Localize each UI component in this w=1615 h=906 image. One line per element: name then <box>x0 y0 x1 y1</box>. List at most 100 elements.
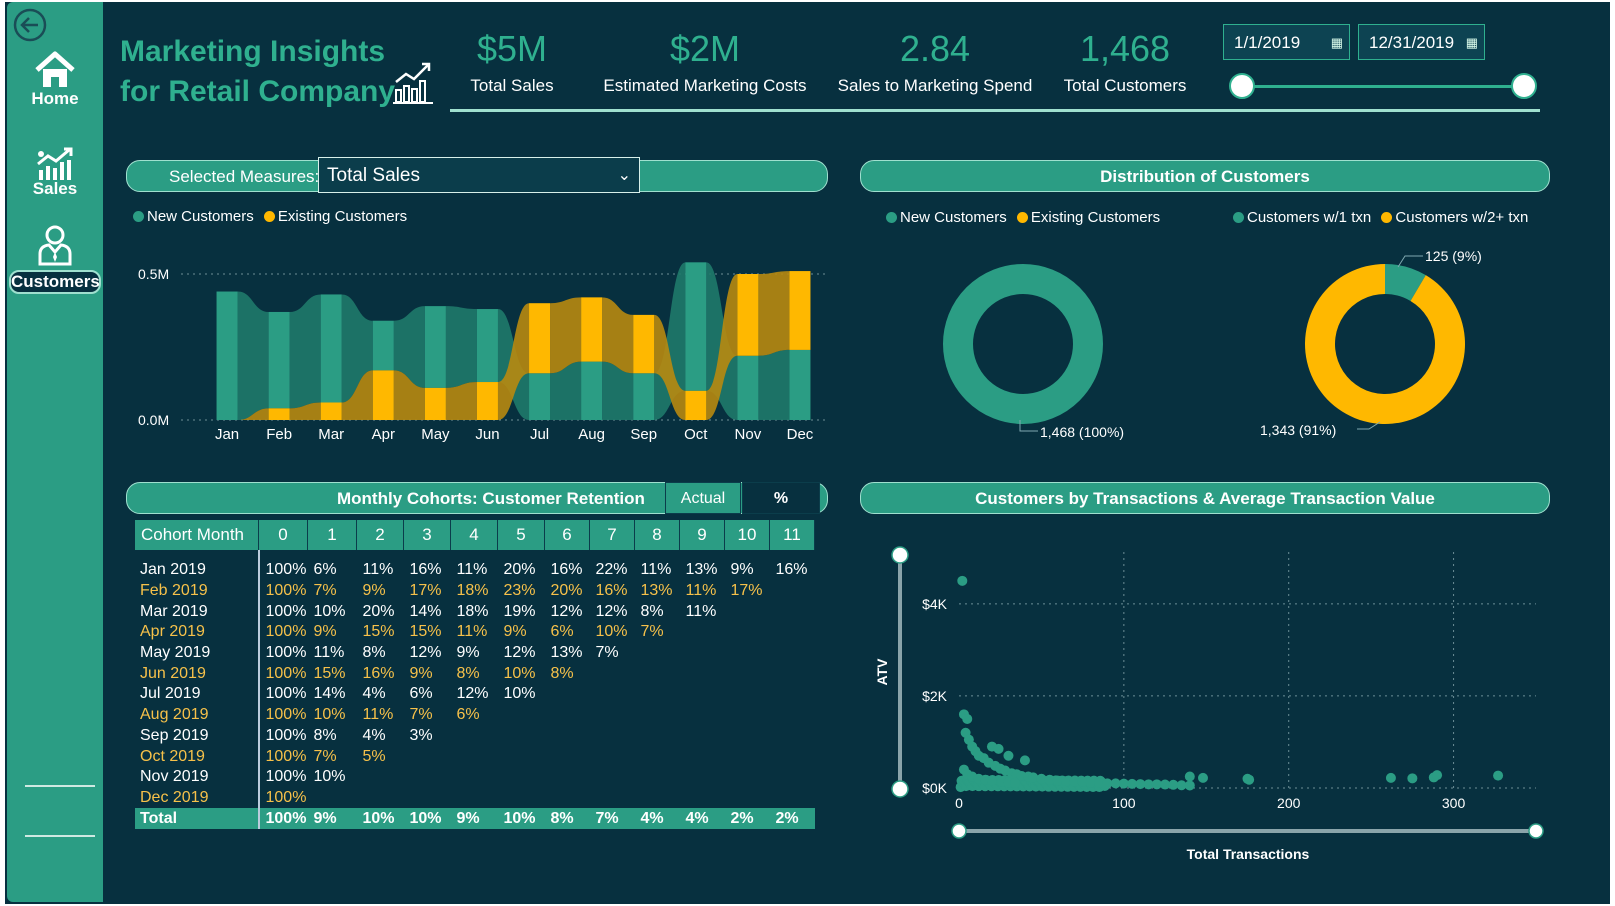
retention-cell <box>357 767 404 788</box>
column-header-month-offset[interactable]: 8 <box>634 520 680 550</box>
retention-cell: 100% <box>265 644 307 662</box>
bar-existing-customers <box>320 402 342 420</box>
retention-cell <box>680 705 725 726</box>
legend-item: Customers w/1 txn <box>1233 209 1371 226</box>
retention-cell: 11% <box>685 582 717 600</box>
column-header-cohort-month[interactable]: Cohort Month <box>135 520 259 550</box>
retention-cell: 22% <box>595 561 628 579</box>
back-button[interactable] <box>13 8 47 47</box>
retention-cell: 15% <box>362 623 395 641</box>
retention-cell <box>635 788 680 809</box>
retention-cell: 16% <box>595 582 628 600</box>
x-range-handle[interactable] <box>1528 823 1544 839</box>
kpi-value: $2M <box>669 28 741 69</box>
y-range-handle[interactable] <box>891 546 909 564</box>
retention-cell <box>680 767 725 788</box>
ribbon-existing <box>602 297 634 374</box>
retention-cell <box>680 663 725 684</box>
column-header-month-offset[interactable]: 11 <box>769 520 815 550</box>
start-date-value: 1/1/2019 <box>1234 33 1301 52</box>
scatter-point <box>1184 771 1195 782</box>
retention-cell <box>635 663 680 684</box>
x-tick-label: Sep <box>630 426 657 443</box>
nav-home[interactable]: Home <box>7 50 103 108</box>
retention-cell: 11% <box>456 561 488 579</box>
retention-cell: 13% <box>685 561 718 579</box>
retention-cell: 100% <box>265 685 307 703</box>
x-tick-label: Feb <box>266 426 292 443</box>
total-cell: 9% <box>450 808 498 829</box>
column-header-month-offset[interactable]: 1 <box>307 520 357 550</box>
toggle-percent-button[interactable]: % <box>742 482 820 514</box>
scatter-header: Customers by Transactions & Average Tran… <box>860 482 1550 514</box>
sidebar-divider <box>25 785 95 787</box>
cohort-month-cell: Apr 2019 <box>135 622 260 643</box>
toggle-actual-button[interactable]: Actual <box>665 482 741 514</box>
retention-cell <box>725 705 770 726</box>
date-slider-start-handle[interactable] <box>1229 73 1255 99</box>
column-header-month-offset[interactable]: 0 <box>258 520 308 550</box>
retention-cell <box>590 788 635 809</box>
retention-cell <box>770 643 815 664</box>
total-cell: 4% <box>679 808 725 829</box>
customer-icon <box>38 225 72 266</box>
column-header-month-offset[interactable]: 10 <box>724 520 770 550</box>
retention-cell <box>680 746 725 767</box>
retention-cell <box>590 767 635 788</box>
page-title-line2: for Retail Company <box>120 75 396 108</box>
column-header-month-offset[interactable]: 7 <box>589 520 635 550</box>
retention-cell <box>590 663 635 684</box>
column-header-month-offset[interactable]: 6 <box>544 520 590 550</box>
cohort-month-cell: Jan 2019 <box>135 550 260 581</box>
retention-cell <box>635 726 680 747</box>
retention-cell <box>725 663 770 684</box>
retention-cell: 12% <box>595 602 628 620</box>
retention-cell: 16% <box>409 561 442 579</box>
date-slider-end-handle[interactable] <box>1511 73 1537 99</box>
x-tick-label: Dec <box>787 426 814 443</box>
cohort-month-cell: Mar 2019 <box>135 601 260 623</box>
retention-cell: 100% <box>265 788 307 806</box>
column-header-month-offset[interactable]: 5 <box>497 520 545 550</box>
retention-cell: 12% <box>550 602 583 620</box>
legend-dot <box>133 211 144 222</box>
retention-cell <box>770 726 815 747</box>
retention-cell <box>725 767 770 788</box>
x-tick-label: Jul <box>530 426 549 443</box>
retention-cell: 16% <box>362 664 395 682</box>
column-header-month-offset[interactable]: 4 <box>450 520 498 550</box>
column-header-month-offset[interactable]: 2 <box>356 520 404 550</box>
bar-new-customers <box>268 311 290 409</box>
sales-chart-icon <box>37 147 73 180</box>
ribbon-new <box>237 291 269 420</box>
y-range-handle[interactable] <box>891 780 909 798</box>
retention-cell <box>498 788 545 809</box>
column-header-month-offset[interactable]: 9 <box>679 520 725 550</box>
x-tick-label: Oct <box>684 426 708 443</box>
x-tick-label: May <box>421 426 450 443</box>
ribbon-existing <box>758 271 790 356</box>
column-header-month-offset[interactable]: 3 <box>403 520 451 550</box>
retention-cell <box>545 746 590 767</box>
scatter-point <box>1184 780 1195 791</box>
chevron-down-icon: ⌄ <box>617 167 631 184</box>
legend-item: New Customers <box>886 209 1007 226</box>
calendar-icon[interactable]: ▦ <box>1331 25 1343 61</box>
measures-dropdown[interactable]: Total Sales ⌄ <box>318 157 640 193</box>
date-slider-track[interactable] <box>1243 85 1525 88</box>
legend-dot <box>886 212 897 223</box>
nav-sales[interactable]: Sales <box>7 146 103 198</box>
bar-new-customers <box>372 320 394 371</box>
y-tick-label: $0K <box>922 780 948 796</box>
bar-new-customers <box>216 291 238 420</box>
nav-customers[interactable]: Customers <box>7 224 103 294</box>
x-range-handle[interactable] <box>951 823 967 839</box>
end-date-input[interactable]: 12/31/2019 ▦ <box>1358 24 1485 60</box>
retention-cell: 9% <box>313 623 337 641</box>
home-icon <box>35 51 75 87</box>
x-tick-label: Mar <box>318 426 344 443</box>
calendar-icon[interactable]: ▦ <box>1466 25 1478 61</box>
total-cell: 2% <box>724 808 770 829</box>
cohort-month-cell: Feb 2019 <box>135 580 260 602</box>
start-date-input[interactable]: 1/1/2019 ▦ <box>1223 24 1350 60</box>
